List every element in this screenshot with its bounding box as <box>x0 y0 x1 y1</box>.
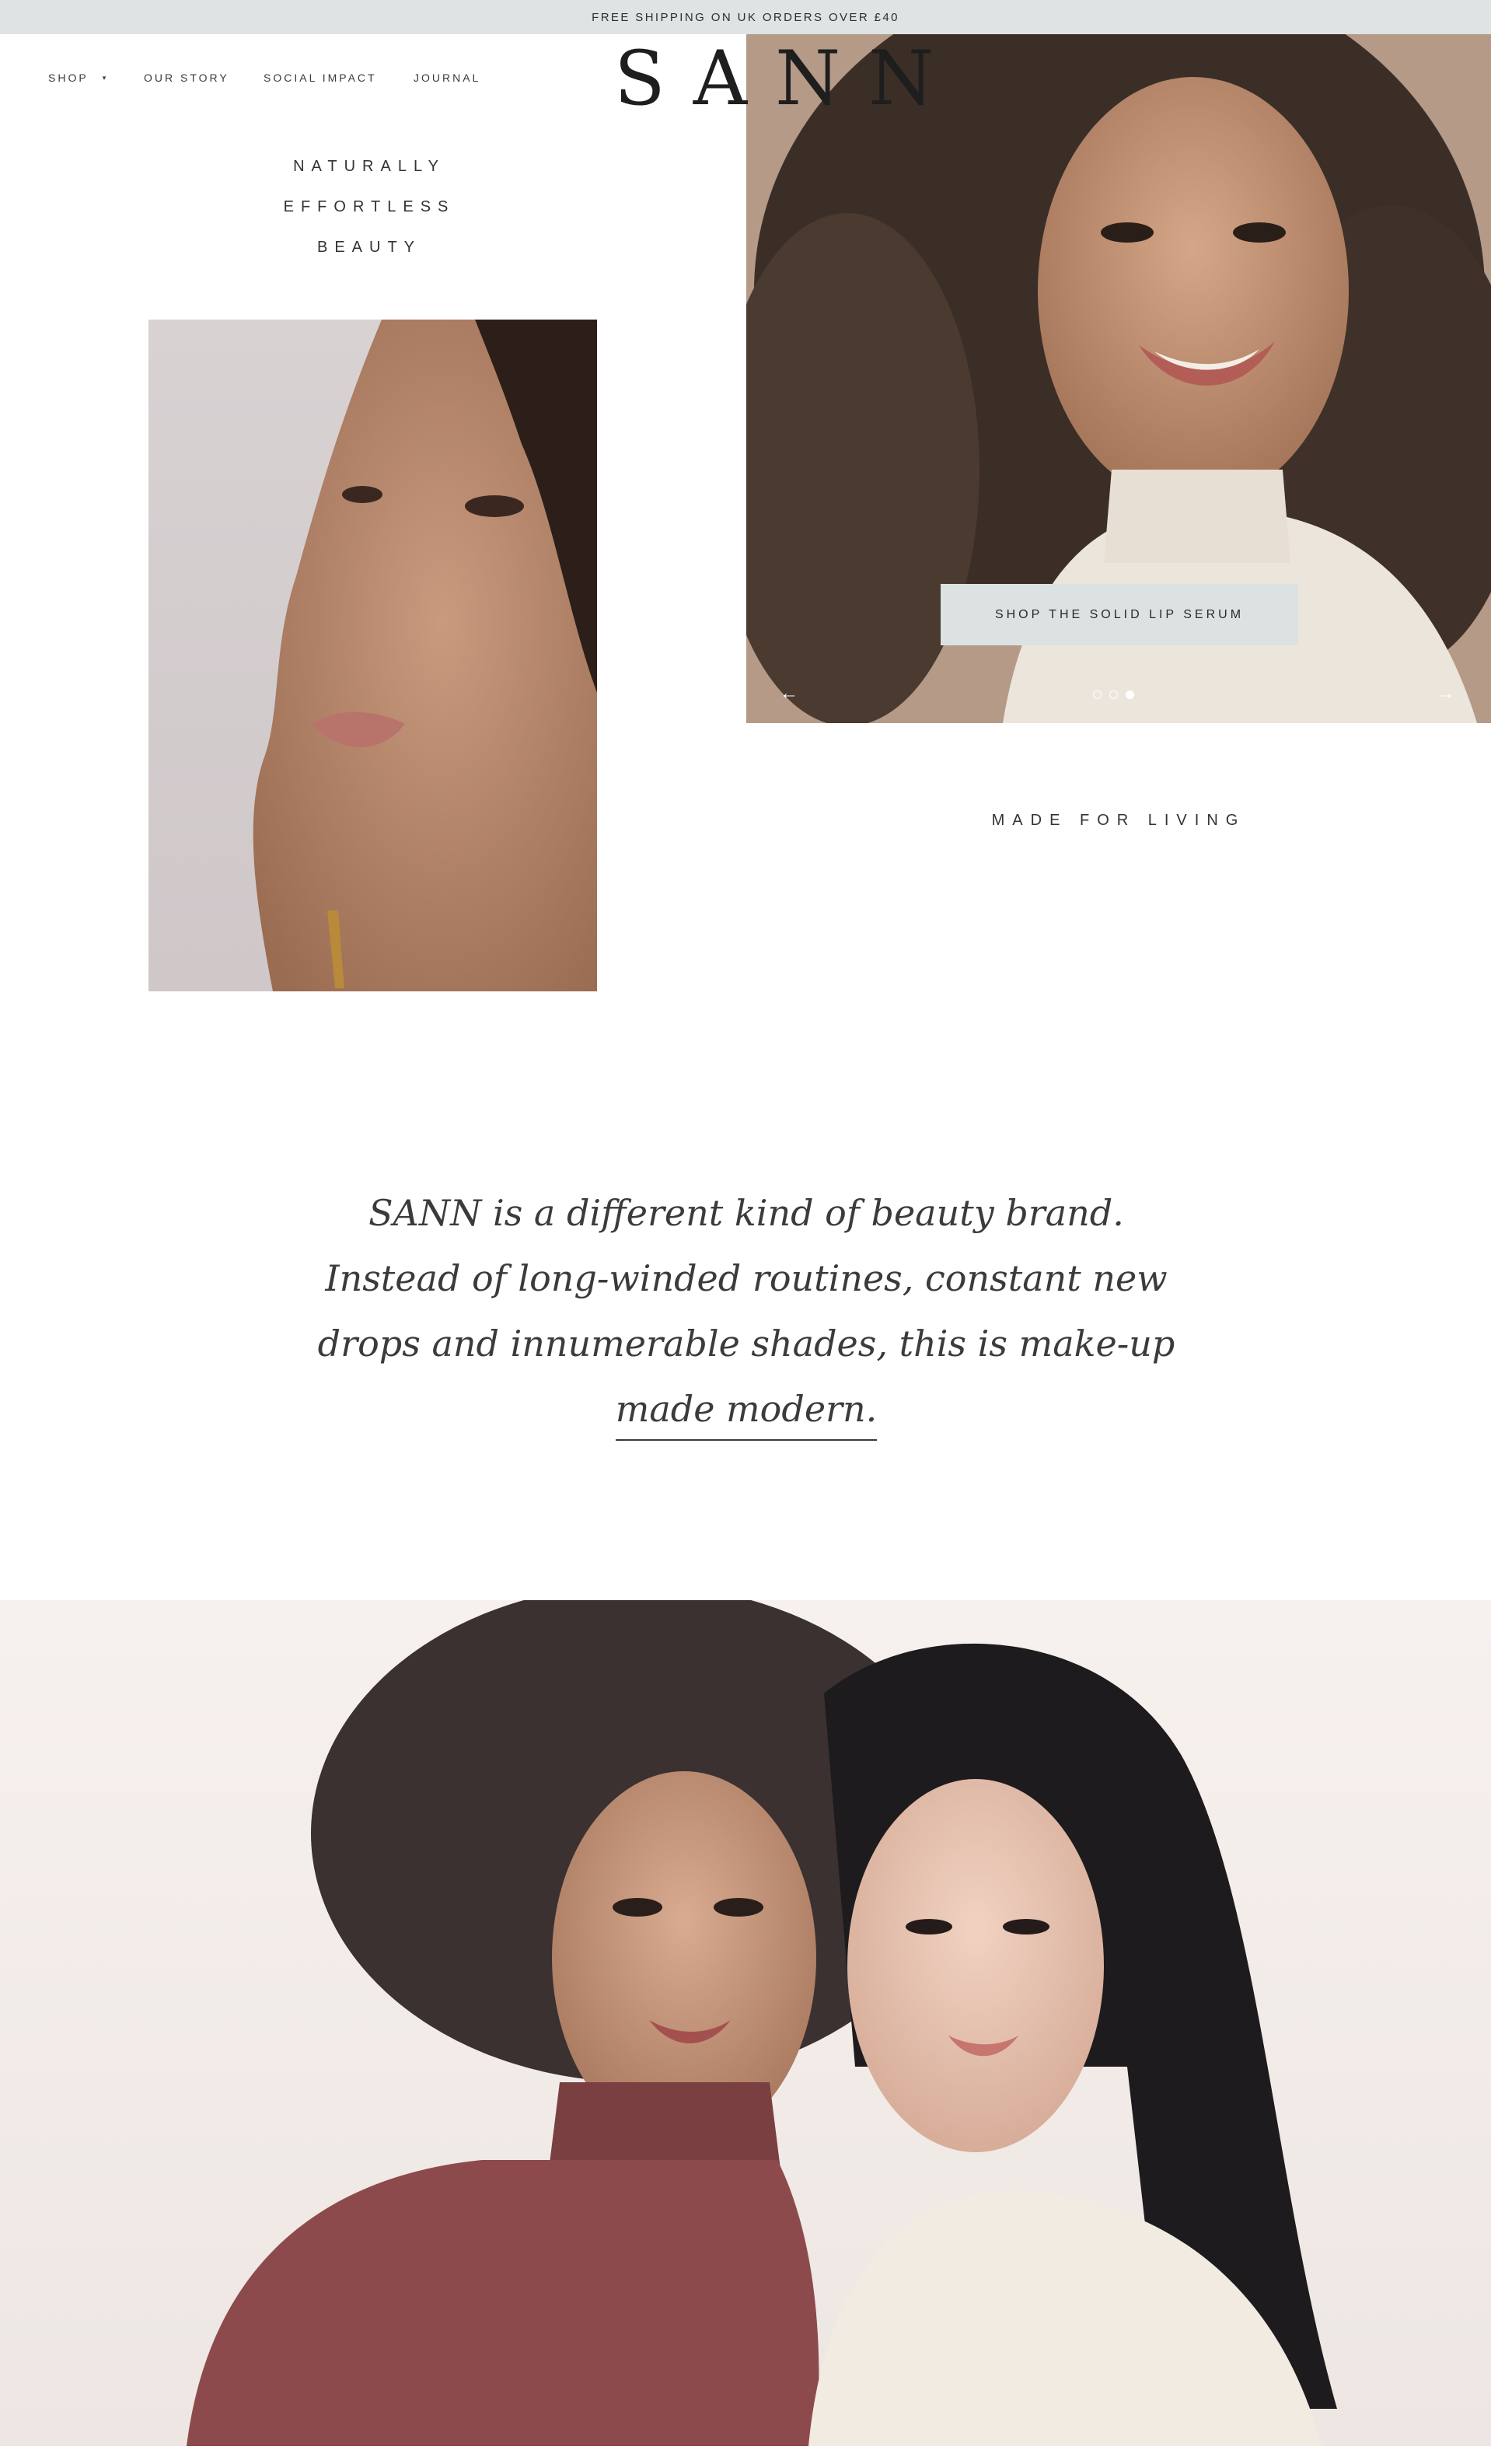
carousel-dot-3[interactable] <box>1126 690 1134 699</box>
models-group-image <box>0 1600 1491 2446</box>
carousel-dot-1[interactable] <box>1093 690 1102 699</box>
nav-shop[interactable]: SHOP ▾ <box>48 72 108 84</box>
arrow-left-icon[interactable]: ← <box>780 683 798 704</box>
nav-our-story[interactable]: OUR STORY <box>144 72 229 84</box>
tagline-line-3: BEAUTY <box>316 239 422 256</box>
shop-lip-serum-label: SHOP THE SOLID LIP SERUM <box>994 607 1245 621</box>
chevron-down-icon: ▾ <box>102 74 109 82</box>
brand-statement-text: SANN is a different kind of beauty brand… <box>317 1192 1175 1365</box>
carousel-dots <box>1093 690 1134 699</box>
arrow-right-icon[interactable]: → <box>1437 683 1455 704</box>
models-group-illustration <box>0 1600 1491 2446</box>
brand-statement: SANN is a different kind of beauty brand… <box>311 1180 1182 1442</box>
section-heading-made-for-living: MADE FOR LIVING <box>991 812 1246 829</box>
model-portrait-image <box>148 320 597 991</box>
nav-shop-label: SHOP <box>48 72 89 84</box>
model-portrait-illustration <box>148 320 597 991</box>
brand-logo[interactable]: SANN <box>614 41 934 116</box>
made-modern-link[interactable]: made modern. <box>615 1388 878 1441</box>
tagline-line-2: EFFORTLESS <box>283 198 456 215</box>
nav-journal[interactable]: JOURNAL <box>414 72 480 84</box>
announcement-text: FREE SHIPPING ON UK ORDERS OVER £40 <box>592 10 899 24</box>
carousel-dot-2[interactable] <box>1109 690 1118 699</box>
announcement-bar: FREE SHIPPING ON UK ORDERS OVER £40 <box>0 0 1491 34</box>
nav-social-impact[interactable]: SOCIAL IMPACT <box>264 72 377 84</box>
shop-lip-serum-button[interactable]: SHOP THE SOLID LIP SERUM <box>941 584 1298 645</box>
tagline-line-1: NATURALLY <box>293 158 445 175</box>
